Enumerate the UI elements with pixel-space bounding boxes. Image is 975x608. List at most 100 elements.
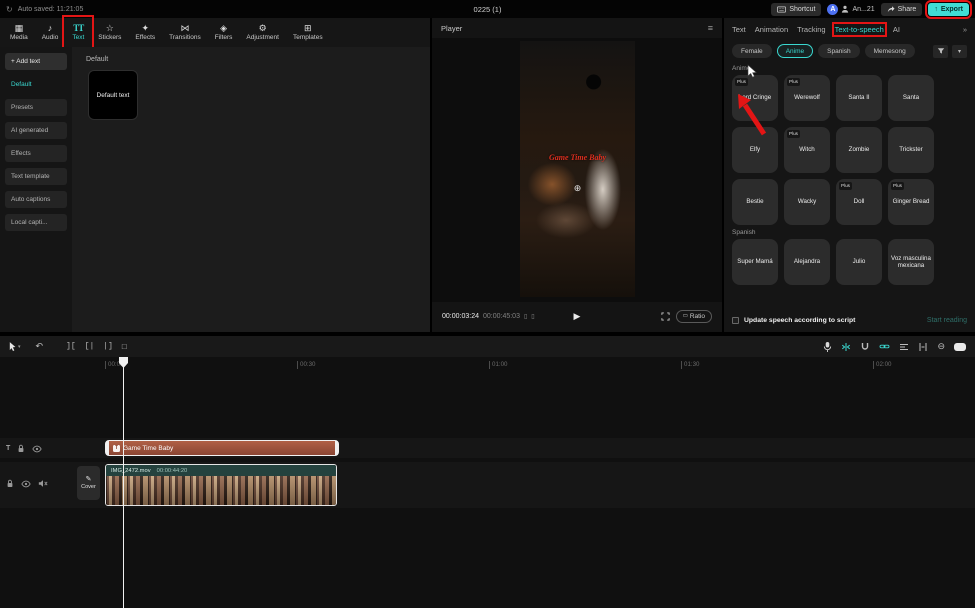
timeline-ruler[interactable]: 00:00 00:30 01:00 01:30 02:00	[0, 357, 975, 370]
ribbon-item-audio[interactable]: ♪ Audio	[35, 18, 66, 47]
voice-tile-elfy[interactable]: Elfy	[732, 127, 778, 173]
playhead-line[interactable]	[123, 357, 124, 608]
start-reading-button[interactable]: Start reading	[927, 317, 967, 324]
delete-right-icon[interactable]: |]	[103, 342, 113, 351]
voice-tile-doll[interactable]: Plus Doll	[836, 179, 882, 225]
sidebar-item-ai-generated[interactable]: AI generated	[5, 122, 67, 139]
voice-tile-ginger-bread[interactable]: Plus Ginger Bread	[888, 179, 934, 225]
frame-forward-icon[interactable]: ▯	[531, 313, 534, 320]
tab-tracking[interactable]: Tracking	[797, 25, 825, 34]
chip-memesong[interactable]: Memesong	[864, 44, 915, 58]
select-tool-button[interactable]: ▾	[9, 341, 21, 352]
voice-tile-super-mama[interactable]: Super Mamá	[732, 239, 778, 285]
ribbon-item-filters[interactable]: ◈ Filters	[208, 18, 240, 47]
shortcut-button[interactable]: Shortcut	[771, 2, 822, 16]
ribbon-item-adjustment[interactable]: ⚙ Adjustment	[239, 18, 286, 47]
undo-icon[interactable]: ↶	[36, 341, 44, 352]
voice-name: Witch	[799, 146, 815, 154]
share-button[interactable]: Share	[880, 2, 923, 16]
tab-ai[interactable]: AI	[893, 25, 900, 34]
video-clip[interactable]: IMG_2472.mov 00:00:44:20	[105, 464, 337, 506]
voice-tile-lord-cringe[interactable]: Plus Lord Cringe	[732, 75, 778, 121]
more-tabs-icon[interactable]: »	[963, 25, 967, 34]
voice-tile-bestie[interactable]: Bestie	[732, 179, 778, 225]
player-menu-icon[interactable]: ≡	[708, 23, 713, 33]
chip-spanish[interactable]: Spanish	[818, 44, 860, 58]
ribbon-label: Text	[72, 34, 85, 41]
voice-tile-werewolf[interactable]: Plus Werewolf	[784, 75, 830, 121]
sidebar-item-text-template[interactable]: Text template	[5, 168, 67, 185]
ribbon-item-text[interactable]: TT Text	[62, 15, 95, 50]
update-speech-checkbox[interactable]	[732, 316, 739, 324]
magnet-icon[interactable]	[860, 342, 870, 352]
voice-tile-zombie[interactable]: Zombie	[836, 127, 882, 173]
sidebar-item-auto-captions[interactable]: Auto captions	[5, 191, 67, 208]
lock-icon[interactable]	[17, 444, 25, 453]
sidebar-item-effects[interactable]: Effects	[5, 145, 67, 162]
voice-tile-trickster[interactable]: Trickster	[888, 127, 934, 173]
stickers-icon: ☆	[105, 23, 114, 33]
text-track-icon: T	[6, 445, 11, 452]
cover-button[interactable]: ✎ Cover	[77, 466, 100, 500]
tab-animation[interactable]: Animation	[755, 25, 788, 34]
media-ribbon: ▦ Media ♪ Audio TT Text ☆ Stickers ✦ Effects …	[0, 15, 430, 50]
voice-tile-alejandra[interactable]: Alejandra	[784, 239, 830, 285]
lock-icon[interactable]	[6, 479, 14, 488]
ribbon-label: Templates	[292, 34, 323, 41]
sidebar-item-local-captions[interactable]: Local capti...	[5, 214, 67, 231]
chevron-down-icon[interactable]: ▾	[952, 44, 967, 58]
export-button[interactable]: ↑ Export	[925, 0, 972, 19]
record-voiceover-icon[interactable]	[823, 341, 832, 353]
voice-filter-icon[interactable]	[933, 44, 948, 58]
ribbon-item-transitions[interactable]: ⋈ Transitions	[162, 18, 208, 47]
delete-icon[interactable]: □	[122, 342, 127, 351]
fullscreen-icon[interactable]	[661, 311, 670, 321]
eye-icon[interactable]	[32, 445, 42, 453]
tab-text[interactable]: Text	[732, 25, 746, 34]
auto-ripple-icon[interactable]	[899, 342, 909, 352]
sidebar-item-default[interactable]: Default	[5, 76, 67, 93]
voice-tile-wacky[interactable]: Wacky	[784, 179, 830, 225]
voice-name: Wacky	[797, 198, 817, 206]
caret-down-icon: ▾	[18, 343, 21, 350]
add-text-button[interactable]: + Add text	[5, 53, 67, 70]
voice-tile-voz-masculina[interactable]: Voz masculina mexicana	[888, 239, 934, 285]
player-title: Player	[441, 23, 463, 33]
voice-name: Voz masculina mexicana	[891, 254, 931, 269]
play-button[interactable]: ▶	[574, 311, 581, 322]
video-preview[interactable]: Game Time Baby ⊕	[520, 41, 635, 297]
ribbon-item-templates[interactable]: ⊞ Templates	[286, 18, 330, 47]
ribbon-item-media[interactable]: ▦ Media	[3, 18, 35, 47]
panel-tabs: Text Animation Tracking Text-to-speech A…	[724, 18, 975, 40]
voice-tile-santa[interactable]: Santa	[888, 75, 934, 121]
voice-tile-julio[interactable]: Julio	[836, 239, 882, 285]
split-icon[interactable]: ][	[66, 342, 76, 351]
preview-axis-icon[interactable]	[841, 342, 851, 352]
sidebar-item-presets[interactable]: Presets	[5, 99, 67, 116]
player-controls: 00:00:03:24 00:00:45:03 ▯ ▯ ▶ ▭ Ratio	[432, 305, 722, 327]
ribbon-label: Media	[10, 34, 28, 41]
snapping-icon[interactable]	[918, 342, 928, 352]
tab-text-to-speech[interactable]: Text-to-speech	[831, 21, 887, 37]
frame-back-icon[interactable]: ▯	[524, 313, 527, 320]
ribbon-item-effects[interactable]: ✦ Effects	[128, 18, 162, 47]
zoom-slider-handle[interactable]	[954, 342, 966, 351]
chip-anime[interactable]: Anime	[776, 44, 814, 58]
voice-tile-santa-ii[interactable]: Santa II	[836, 75, 882, 121]
transform-control-icon[interactable]: ⊕	[574, 183, 582, 194]
mute-icon[interactable]	[38, 479, 48, 488]
ribbon-item-stickers[interactable]: ☆ Stickers	[91, 18, 128, 47]
spanish-section-label: Spanish	[732, 229, 756, 236]
eye-icon[interactable]	[21, 480, 31, 488]
edit-cover-icon: ✎	[85, 476, 92, 483]
account-button[interactable]: A An...21	[827, 3, 875, 15]
delete-left-icon[interactable]: [|	[85, 342, 95, 351]
ratio-button[interactable]: ▭ Ratio	[675, 309, 712, 323]
voice-tile-witch[interactable]: Plus Witch	[784, 127, 830, 173]
default-text-tile[interactable]: Default text	[88, 70, 138, 120]
text-overlay[interactable]: Game Time Baby	[520, 153, 635, 162]
linking-icon[interactable]	[879, 342, 890, 351]
text-clip[interactable]: T Game Time Baby	[105, 440, 339, 456]
zoom-out-icon[interactable]: ⊖	[937, 341, 945, 352]
chip-female[interactable]: Female	[732, 44, 772, 58]
